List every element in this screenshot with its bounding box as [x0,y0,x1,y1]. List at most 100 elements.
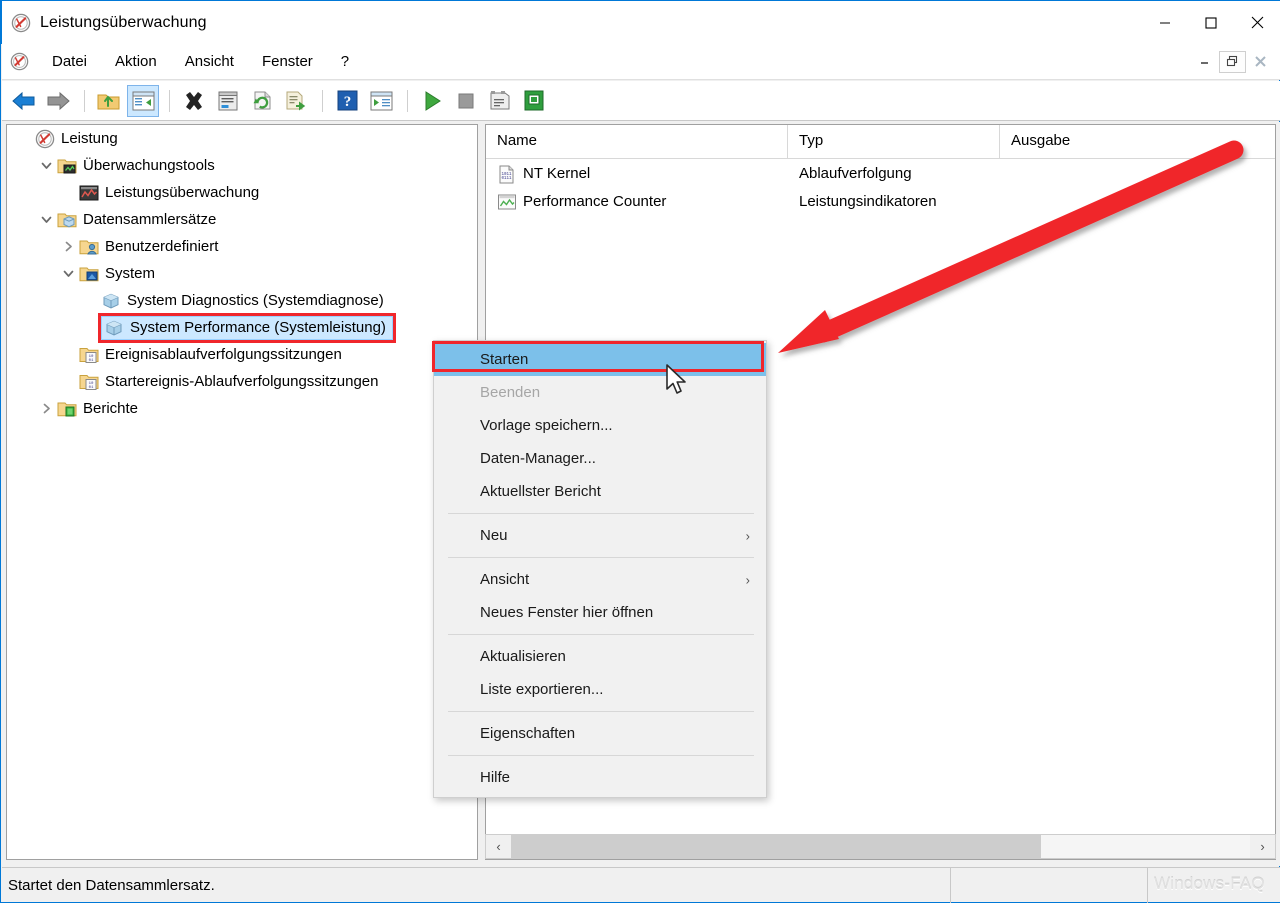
context-menu-item-label: Starten [480,351,529,368]
context-menu-item-daten-manager[interactable]: Daten-Manager... [434,442,766,475]
context-menu[interactable]: Starten Beenden Vorlage speichern... Daten-… [433,340,767,798]
delete-icon[interactable] [178,85,210,117]
save-template-icon[interactable] [518,85,550,117]
forward-icon[interactable] [42,85,74,117]
column-header-ausgabe[interactable]: Ausgabe [1000,125,1275,158]
tree-item-selected-wrap: System Performance (Systemleistung) [98,312,396,343]
tree-item-10[interactable]: Berichte [7,395,477,422]
context-menu-item-aktualisieren[interactable]: Aktualisieren [434,640,766,673]
context-menu-item-starten[interactable]: Starten [434,343,766,376]
chevron-right-icon[interactable] [57,240,79,253]
back-icon[interactable] [8,85,40,117]
watermark: Windows-FAQ [1154,874,1265,893]
tree-item-wrap: Leistung [35,129,118,149]
tree-item-4[interactable]: Benutzerdefiniert [7,233,477,260]
context-menu-item-neues-fenster-hier-öffnen[interactable]: Neues Fenster hier öffnen [434,596,766,629]
tree-item-wrap: System Diagnostics (Systemdiagnose) [101,291,384,311]
column-header-name[interactable]: Name [486,125,788,158]
chevron-right-icon: › [745,528,750,543]
chart-icon [79,183,99,203]
scroll-left-button[interactable]: ‹ [486,835,511,858]
counter-chart-icon [497,192,516,211]
toolbar-separator [169,89,170,112]
show-hide-console-tree-icon[interactable] [127,84,159,117]
properties-icon[interactable] [212,85,244,117]
tree-item-2[interactable]: Leistungsüberwachung [7,179,477,206]
window-title: Leistungsüberwachung [40,13,207,31]
trace-file-icon: 1011 0111 [497,164,516,183]
scrollbar-thumb[interactable] [511,835,1041,858]
mdi-window-controls [1190,50,1274,73]
tree-item-7[interactable]: System Performance (Systemleistung) [7,312,477,343]
folder-monitor-icon [57,156,77,176]
context-menu-item-label: Aktuellster Bericht [480,483,601,500]
folder-system-icon [79,264,99,284]
chevron-down-icon[interactable] [35,159,57,172]
context-menu-item-label: Neues Fenster hier öffnen [480,604,654,621]
mdi-close-button[interactable] [1247,51,1274,73]
menu-item-help[interactable]: ? [328,49,362,74]
start-icon[interactable] [416,85,448,117]
table-row[interactable]: 1011 0111 NT Kernel Ablaufverfolgung [486,159,1275,187]
context-menu-item-aktuellster-bericht[interactable]: Aktuellster Bericht [434,475,766,508]
chevron-down-icon[interactable] [35,213,57,226]
context-menu-item-liste-exportieren[interactable]: Liste exportieren... [434,673,766,706]
tree-item-6[interactable]: System Diagnostics (Systemdiagnose) [7,287,477,314]
menu-separator [448,711,754,712]
svg-text:01: 01 [89,359,94,363]
stop-icon[interactable] [450,85,482,117]
cell-name: Performance Counter [486,192,788,211]
chevron-right-icon[interactable] [35,402,57,415]
help-icon[interactable]: ? [331,85,363,117]
tree-item-label: System Diagnostics (Systemdiagnose) [127,292,384,309]
tree-item-wrap: Leistungsüberwachung [79,183,259,203]
minimize-button[interactable] [1142,1,1188,45]
new-window-icon[interactable] [365,85,397,117]
tree-item-1[interactable]: Überwachungstools [7,152,477,179]
window-controls [1142,1,1280,45]
context-menu-item-eigenschaften[interactable]: Eigenschaften [434,717,766,750]
cell-typ: Ablaufverfolgung [799,164,912,182]
svg-text:01: 01 [89,386,94,390]
mdi-minimize-button[interactable] [1191,51,1218,73]
up-folder-icon[interactable] [93,85,125,117]
export-list-icon[interactable] [280,85,312,117]
tree-item-label: Überwachungstools [83,157,215,174]
tree-item-9[interactable]: 10 01 Startereignis-Ablaufverfolgungssitzu… [7,368,477,395]
cell-typ: Leistungsindikatoren [799,192,937,210]
column-header-typ[interactable]: Typ [788,125,1000,158]
tree-item-0[interactable]: Leistung [7,125,477,152]
context-menu-item-vorlage-speichern[interactable]: Vorlage speichern... [434,409,766,442]
tree-item-5[interactable]: System [7,260,477,287]
menu-item-aktion[interactable]: Aktion [102,49,170,74]
close-button[interactable] [1234,1,1280,45]
console-tree-panel[interactable]: Leistung Überwachungstools Leistungsüberwa… [6,124,478,860]
menu-bar: Datei Aktion Ansicht Fenster ? [2,44,1280,80]
context-menu-item-hilfe[interactable]: Hilfe [434,761,766,794]
menu-item-datei[interactable]: Datei [39,49,100,74]
menu-item-ansicht[interactable]: Ansicht [172,49,247,74]
list-view-header: Name Typ Ausgabe [486,125,1275,159]
mdi-restore-button[interactable] [1219,50,1246,73]
context-menu-item-label: Eigenschaften [480,725,576,742]
tree-item-3[interactable]: Datensammlersätze [7,206,477,233]
horizontal-scrollbar[interactable]: ‹ › [485,834,1276,859]
chevron-down-icon[interactable] [57,267,79,280]
menu-separator [448,755,754,756]
tree-item-label: Berichte [83,400,139,417]
menu-item-fenster[interactable]: Fenster [249,49,326,74]
menu-separator [448,634,754,635]
tree-item-8[interactable]: 10 01 Ereignisablaufverfolgungssitzungen [7,341,477,368]
tree-item-label: Startereignis-Ablaufverfolgungssitzungen [105,373,379,390]
refresh-icon[interactable] [246,85,278,117]
context-menu-item-neu[interactable]: Neu › [434,519,766,552]
context-menu-item-label: Beenden [480,384,541,401]
scroll-right-button[interactable]: › [1250,835,1275,858]
scrollbar-track[interactable] [511,835,1250,858]
context-menu-item-ansicht[interactable]: Ansicht › [434,563,766,596]
report-icon[interactable] [484,85,516,117]
maximize-button[interactable] [1188,1,1234,45]
tree-item-wrap: Benutzerdefiniert [79,237,218,257]
table-row[interactable]: Performance Counter Leistungsindikatoren [486,187,1275,215]
folder-user-icon [79,237,99,257]
